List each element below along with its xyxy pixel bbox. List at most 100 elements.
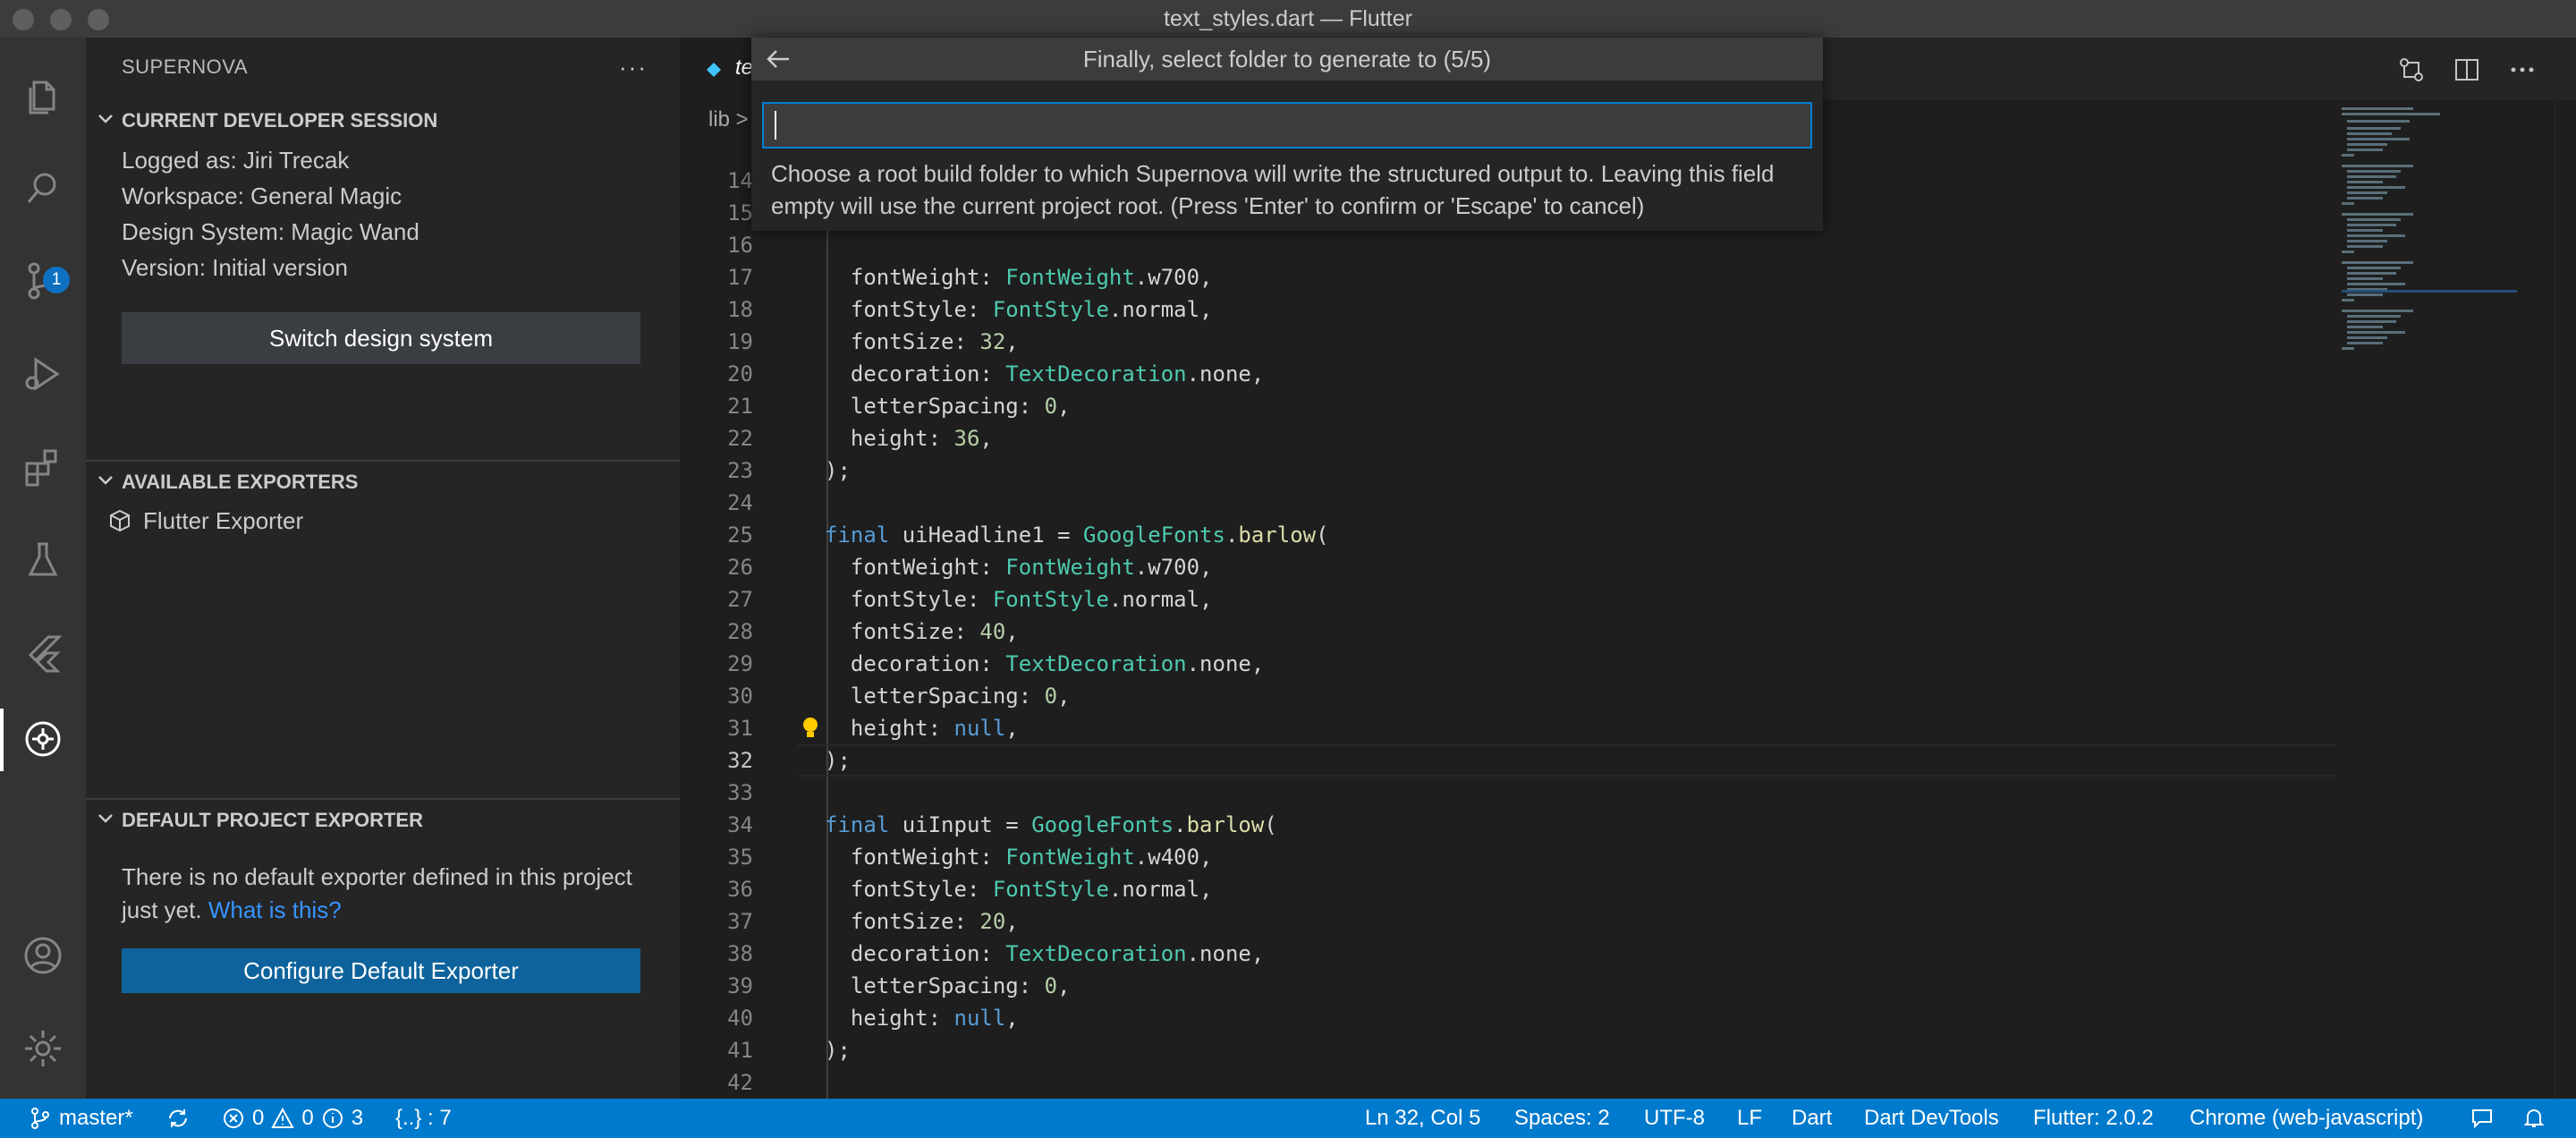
code-text: ); (825, 458, 851, 483)
code-text: fontWeight: FontWeight.w400, (825, 845, 1213, 870)
sync-icon (169, 1109, 187, 1127)
feedback-status[interactable] (2470, 1099, 2494, 1138)
code-line: 35 fontWeight: FontWeight.w400, (680, 841, 2334, 873)
line-number: 20 (727, 361, 753, 386)
more-actions-button[interactable]: ··· (619, 54, 648, 81)
editor-actions (2394, 52, 2540, 88)
line-number: 30 (727, 684, 753, 709)
sync-status[interactable] (166, 1099, 190, 1138)
line-number: 40 (727, 1006, 753, 1031)
accounts-icon[interactable] (21, 934, 64, 977)
open-changes-icon[interactable] (2394, 52, 2429, 88)
line-number: 36 (727, 877, 753, 902)
code-text: fontStyle: FontStyle.normal, (825, 877, 1213, 902)
dart-devtools-status[interactable]: Dart DevTools (1864, 1099, 1999, 1138)
workspace-text: Workspace: General Magic (122, 183, 402, 209)
vertical-scrollbar[interactable] (2555, 100, 2576, 1099)
device-status[interactable]: Chrome (web-javascript) (2190, 1099, 2423, 1138)
exporter-item-flutter[interactable]: Flutter Exporter (107, 503, 303, 539)
code-line: 40 height: null, (680, 1002, 2334, 1034)
line-number: 42 (727, 1070, 753, 1095)
line-number: 29 (727, 651, 753, 676)
chevron-down-icon (98, 476, 113, 485)
code-text: height: null, (825, 716, 1019, 741)
supernova-sidebar: SUPERNOVA ··· CURRENT DEVELOPER SESSION … (86, 38, 680, 1099)
breadcrumb[interactable]: lib > (708, 107, 749, 132)
flutter-icon[interactable] (21, 632, 64, 675)
line-number: 15 (727, 200, 753, 225)
line-number: 24 (727, 490, 753, 515)
info-count: 3 (351, 1106, 364, 1130)
explorer-icon[interactable] (21, 73, 64, 116)
chevron-down-icon (98, 115, 113, 123)
package-icon (110, 509, 130, 532)
code-text: final uiHeadline1 = GoogleFonts.barlow( (825, 522, 1329, 548)
quick-pick-dialog: Finally, select folder to generate to (5… (751, 38, 1823, 231)
more-editor-actions-icon[interactable] (2504, 52, 2540, 88)
code-line: 36 fontStyle: FontStyle.normal, (680, 873, 2334, 905)
info-icon (322, 1108, 343, 1128)
line-number: 14 (727, 168, 753, 193)
code-line: 30 letterSpacing: 0, (680, 680, 2334, 712)
language-status[interactable]: Dart (1792, 1099, 1832, 1138)
code-line: 24 (680, 487, 2334, 519)
line-number: 27 (727, 587, 753, 612)
extensions-icon[interactable] (21, 446, 64, 488)
window-title: text_styles.dart — Flutter (1164, 6, 1412, 31)
feedback-icon (2472, 1109, 2492, 1129)
branch-status[interactable]: master* (29, 1099, 133, 1138)
code-line: 28 fontSize: 40, (680, 616, 2334, 648)
bell-icon (2523, 1109, 2545, 1127)
code-text: ); (825, 748, 851, 773)
warning-count: 0 (301, 1106, 314, 1130)
code-line: 22 height: 36, (680, 422, 2334, 454)
text-caret (775, 111, 776, 140)
code-line: 19 fontSize: 32, (680, 326, 2334, 358)
line-number: 38 (727, 941, 753, 966)
cursor-position[interactable]: Ln 32, Col 5 (1365, 1099, 1480, 1138)
code-line: 31 height: null, (680, 712, 2334, 744)
exporters-section-header[interactable]: AVAILABLE EXPORTERS (86, 462, 680, 501)
line-number: 21 (727, 394, 753, 419)
code-line: 38 decoration: TextDecoration.none, (680, 938, 2334, 970)
folder-path-input[interactable] (762, 102, 1812, 149)
line-number: 35 (727, 845, 753, 870)
encoding-status[interactable]: UTF-8 (1644, 1099, 1705, 1138)
code-line: 34 final uiInput = GoogleFonts.barlow( (680, 809, 2334, 841)
line-number: 37 (727, 909, 753, 934)
settings-gear-icon[interactable] (21, 1027, 64, 1070)
git-branch-icon (31, 1108, 49, 1129)
session-section-header[interactable]: CURRENT DEVELOPER SESSION (86, 100, 680, 140)
line-number: 32 (727, 748, 753, 773)
symbols-status[interactable]: {..} : 7 (395, 1099, 452, 1138)
code-line: 42 (680, 1066, 2334, 1099)
default-exporter-section-header[interactable]: DEFAULT PROJECT EXPORTER (86, 800, 680, 839)
back-arrow-icon[interactable] (762, 43, 794, 75)
code-line: 39 letterSpacing: 0, (680, 970, 2334, 1002)
code-line: 29 decoration: TextDecoration.none, (680, 648, 2334, 680)
testing-icon[interactable] (21, 539, 64, 582)
flutter-version-status[interactable]: Flutter: 2.0.2 (2033, 1099, 2154, 1138)
code-line: 17 fontWeight: FontWeight.w700, (680, 261, 2334, 293)
code-line: 33 (680, 777, 2334, 809)
switch-design-system-button[interactable]: Switch design system (122, 312, 640, 364)
quick-pick-message: Choose a root build folder to which Supe… (771, 160, 1775, 219)
line-number: 33 (727, 780, 753, 805)
what-is-this-link[interactable]: What is this? (208, 896, 342, 923)
minimap[interactable] (2342, 100, 2517, 1099)
supernova-icon[interactable] (21, 718, 64, 760)
indentation-status[interactable]: Spaces: 2 (1514, 1099, 1610, 1138)
line-number: 18 (727, 297, 753, 322)
split-editor-icon[interactable] (2449, 52, 2485, 88)
run-debug-icon[interactable] (21, 352, 64, 395)
line-number: 25 (727, 522, 753, 548)
sidebar-title: SUPERNOVA (122, 55, 249, 78)
notifications-status[interactable] (2522, 1099, 2546, 1138)
search-icon[interactable] (21, 166, 64, 209)
default-exporter-section-label: DEFAULT PROJECT EXPORTER (122, 809, 423, 831)
lightbulb-icon[interactable] (800, 715, 821, 742)
problems-status[interactable]: 0 0 3 (222, 1099, 363, 1138)
eol-status[interactable]: LF (1737, 1099, 1762, 1138)
configure-default-exporter-button[interactable]: Configure Default Exporter (122, 948, 640, 993)
code-text: fontSize: 32, (825, 329, 1019, 354)
